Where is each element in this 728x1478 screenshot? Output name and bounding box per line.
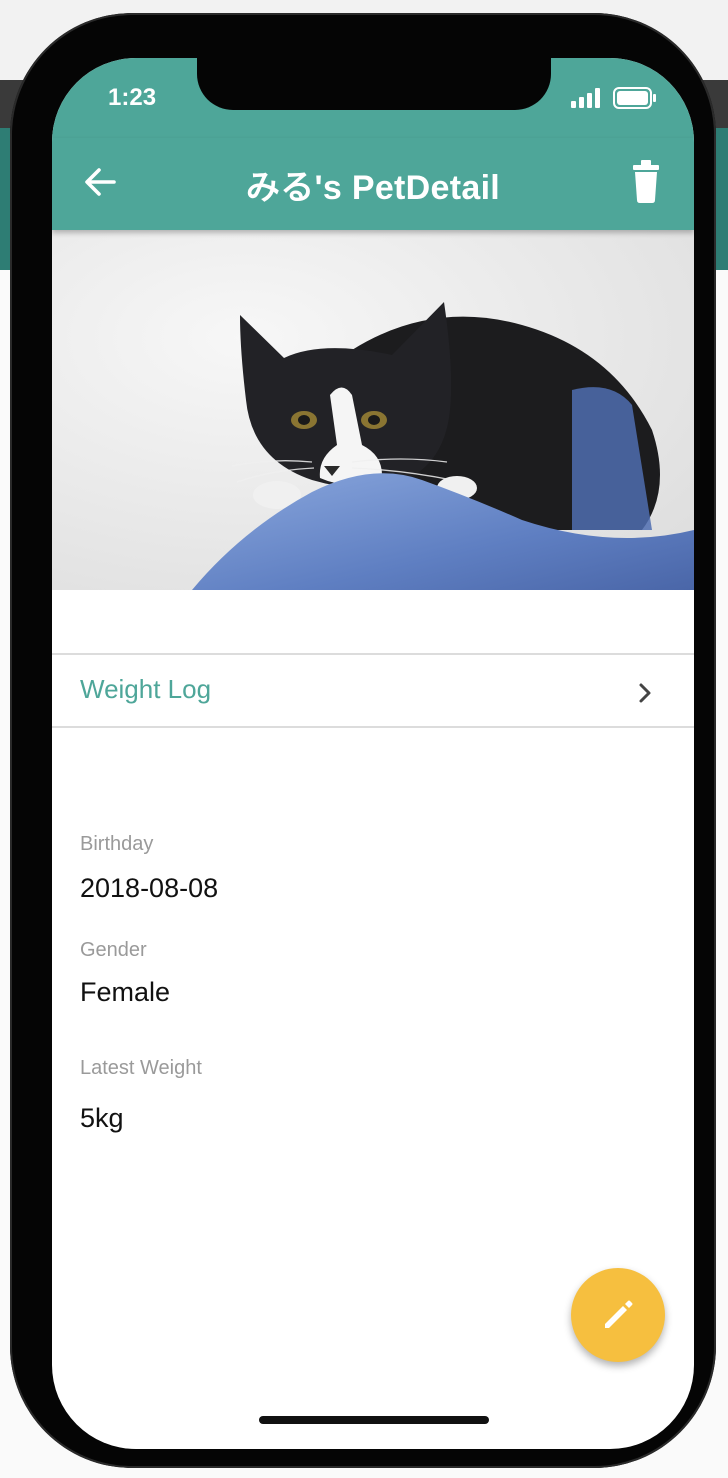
signal-icon: [571, 88, 600, 108]
gender-value: Female: [80, 977, 171, 1007]
chevron-right-icon: [639, 683, 651, 703]
weight-log-row[interactable]: Weight Log: [52, 655, 694, 727]
gender-label: Gender: [80, 939, 147, 961]
page-title: みる's PetDetail: [245, 169, 501, 207]
latest-weight-label: Latest Weight: [80, 1057, 202, 1079]
cat-photo-illustration: [52, 230, 694, 590]
birthday-label: Birthday: [80, 833, 154, 855]
divider: [52, 726, 694, 728]
birthday-value: 2018-08-08: [80, 873, 219, 903]
edit-button[interactable]: [571, 1268, 665, 1362]
pencil-icon: [605, 1300, 633, 1328]
latest-weight-value: 5kg: [80, 1103, 124, 1133]
trash-icon[interactable]: [630, 160, 662, 204]
pet-photo: [52, 230, 694, 590]
phone-frame: 1:23 みる's PetDetail Weight Log Birthday …: [10, 13, 716, 1468]
battery-icon: [613, 87, 656, 109]
weight-log-label: Weight Log: [80, 674, 212, 704]
status-time: 1:23: [108, 84, 157, 111]
app-bar: みる's PetDetail: [52, 138, 694, 230]
phone-screen: 1:23 みる's PetDetail Weight Log Birthday …: [52, 58, 694, 1449]
home-indicator: [259, 1416, 489, 1424]
notch: [197, 58, 551, 110]
